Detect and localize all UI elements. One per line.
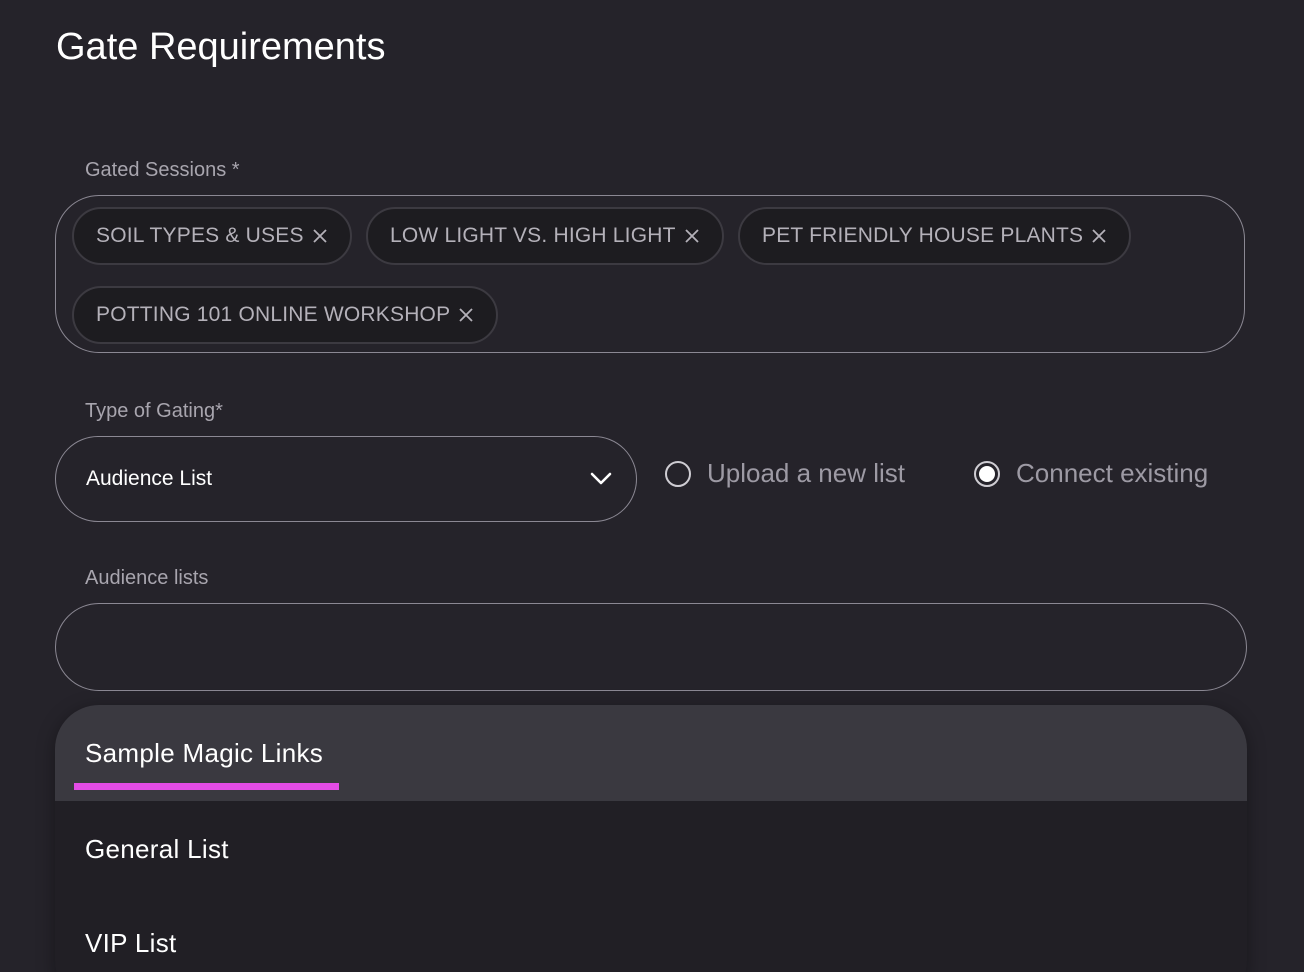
radio-label: Upload a new list — [707, 458, 905, 488]
radio-dot — [979, 465, 995, 482]
audience-lists-label: Audience lists — [85, 567, 209, 589]
gating-type-label: Type of Gating* — [85, 400, 223, 422]
gate-requirements-page: Gate Requirements Gated Sessions * SOIL … — [0, 0, 1304, 972]
option-label: Sample Magic Links — [85, 737, 324, 768]
radio-label: Connect existing — [1016, 458, 1209, 488]
close-icon[interactable] — [1091, 228, 1107, 244]
radio-connect-existing[interactable]: Connect existing — [974, 458, 1208, 489]
page-title: Gate Requirements — [56, 26, 386, 68]
option-label: VIP List — [85, 927, 177, 958]
chip-label: SOIL TYPES & USES — [96, 224, 304, 247]
gating-type-select[interactable]: Audience List — [55, 436, 637, 522]
session-chip: POTTING 101 ONLINE WORKSHOP — [72, 286, 499, 344]
session-chip: LOW LIGHT VS. HIGH LIGHT — [366, 207, 724, 265]
close-icon[interactable] — [684, 228, 700, 244]
option-label: General List — [85, 833, 229, 864]
close-icon[interactable] — [312, 228, 328, 244]
audience-lists-dropdown: Sample Magic Links General List VIP List — [55, 705, 1247, 972]
audience-lists-input[interactable] — [55, 603, 1247, 691]
close-icon[interactable] — [458, 307, 474, 323]
radio-button-unchecked[interactable] — [665, 460, 691, 487]
gating-type-value: Audience List — [86, 467, 213, 490]
gated-sessions-label: Gated Sessions * — [85, 159, 240, 181]
highlight-underline — [74, 783, 339, 790]
dropdown-option[interactable]: General List — [55, 801, 1247, 897]
gated-sessions-field[interactable]: SOIL TYPES & USES LOW LIGHT VS. HIGH LIG… — [55, 195, 1245, 353]
chevron-down-icon — [590, 472, 612, 486]
session-chip: SOIL TYPES & USES — [72, 207, 352, 265]
radio-upload-new-list[interactable]: Upload a new list — [665, 458, 905, 489]
radio-button-checked[interactable] — [974, 460, 1000, 487]
dropdown-option[interactable]: Sample Magic Links — [55, 705, 1247, 801]
chip-label: LOW LIGHT VS. HIGH LIGHT — [390, 224, 676, 247]
chip-label: PET FRIENDLY HOUSE PLANTS — [762, 224, 1084, 247]
chip-label: POTTING 101 ONLINE WORKSHOP — [96, 303, 451, 326]
session-chip: PET FRIENDLY HOUSE PLANTS — [738, 207, 1132, 265]
dropdown-option[interactable]: VIP List — [55, 895, 1247, 972]
